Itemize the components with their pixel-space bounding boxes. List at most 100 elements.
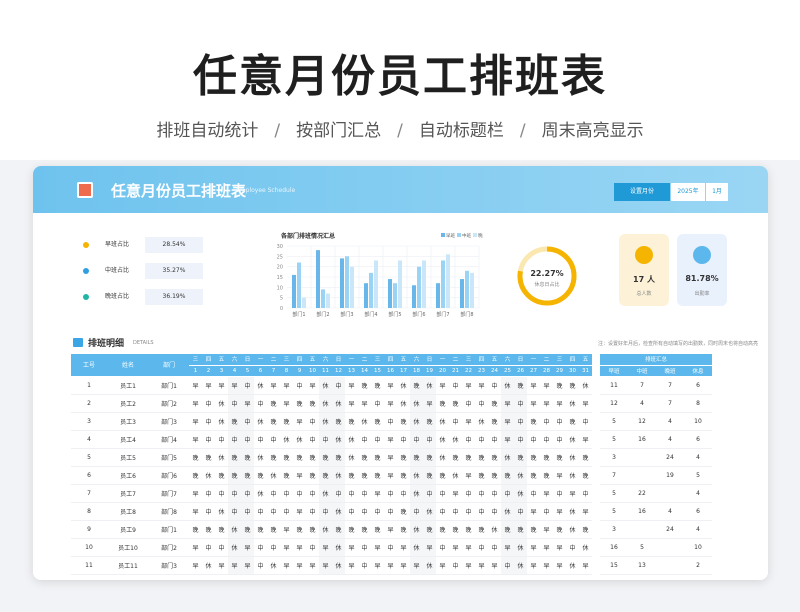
shift-cell[interactable]: 中	[514, 502, 527, 521]
shift-cell[interactable]: 早	[410, 556, 423, 575]
shift-cell[interactable]: 晚	[306, 394, 319, 413]
shift-cell[interactable]: 早	[215, 556, 228, 575]
shift-cell[interactable]: 晚	[514, 376, 527, 395]
shift-cell[interactable]: 中	[306, 430, 319, 449]
shift-cell[interactable]: 中	[254, 538, 267, 557]
shift-cell[interactable]: 中	[202, 430, 215, 449]
shift-cell[interactable]: 休	[228, 538, 241, 557]
shift-cell[interactable]: 晚	[280, 466, 293, 485]
shift-cell[interactable]: 晚	[553, 448, 566, 467]
shift-cell[interactable]: 早	[241, 556, 254, 575]
shift-cell[interactable]: 休	[501, 376, 514, 395]
shift-cell[interactable]: 晚	[241, 466, 254, 485]
shift-cell[interactable]: 中	[566, 538, 579, 557]
shift-cell[interactable]: 晚	[488, 466, 501, 485]
shift-cell[interactable]: 休	[254, 412, 267, 431]
shift-cell[interactable]: 晚	[488, 394, 501, 413]
shift-cell[interactable]: 早	[189, 538, 202, 557]
shift-cell[interactable]: 晚	[488, 448, 501, 467]
shift-cell[interactable]: 早	[540, 520, 553, 539]
shift-cell[interactable]: 休	[332, 556, 345, 575]
table-row[interactable]: 6 员工6 部门6 晚休晚晚晚晚休晚早晚晚休晚晚晚早晚休晚晚休早晚晚晚休晚晚早休晚 7 1…	[71, 466, 712, 485]
shift-cell[interactable]: 休	[332, 394, 345, 413]
shift-cell[interactable]: 中	[358, 502, 371, 521]
shift-cell[interactable]: 中	[345, 502, 358, 521]
shift-cell[interactable]: 休	[436, 430, 449, 449]
shift-cell[interactable]: 早	[215, 376, 228, 395]
shift-cell[interactable]: 晚	[553, 520, 566, 539]
shift-cell[interactable]: 休	[319, 394, 332, 413]
shift-cell[interactable]: 中	[215, 538, 228, 557]
shift-cell[interactable]: 晚	[514, 520, 527, 539]
shift-cell[interactable]: 中	[540, 430, 553, 449]
shift-cell[interactable]: 中	[488, 538, 501, 557]
shift-cell[interactable]: 中	[215, 484, 228, 503]
shift-cell[interactable]: 晚	[241, 520, 254, 539]
table-row[interactable]: 9 员工9 部门1 晚晚晚休晚晚晚早晚晚休晚晚晚晚早晚休晚晚晚晚晚休晚晚晚早晚休晚 3 2…	[71, 520, 712, 539]
shift-cell[interactable]: 早	[293, 556, 306, 575]
shift-cell[interactable]: 早	[189, 430, 202, 449]
shift-cell[interactable]: 休	[566, 430, 579, 449]
shift-cell[interactable]: 中	[488, 430, 501, 449]
shift-cell[interactable]: 晚	[254, 520, 267, 539]
shift-cell[interactable]: 休	[566, 520, 579, 539]
shift-cell[interactable]: 晚	[514, 448, 527, 467]
shift-cell[interactable]: 早	[189, 394, 202, 413]
shift-cell[interactable]: 早	[553, 466, 566, 485]
shift-cell[interactable]: 晚	[319, 448, 332, 467]
shift-cell[interactable]: 中	[514, 430, 527, 449]
shift-cell[interactable]: 晚	[228, 412, 241, 431]
shift-cell[interactable]: 中	[202, 502, 215, 521]
shift-cell[interactable]: 休	[215, 502, 228, 521]
shift-cell[interactable]: 休	[332, 466, 345, 485]
shift-cell[interactable]: 晚	[397, 466, 410, 485]
shift-cell[interactable]: 休	[566, 448, 579, 467]
shift-cell[interactable]: 中	[280, 502, 293, 521]
shift-cell[interactable]: 早	[540, 538, 553, 557]
shift-cell[interactable]: 晚	[371, 520, 384, 539]
shift-cell[interactable]: 中	[410, 430, 423, 449]
shift-cell[interactable]: 中	[475, 502, 488, 521]
shift-cell[interactable]: 休	[397, 376, 410, 395]
shift-cell[interactable]: 中	[423, 430, 436, 449]
shift-cell[interactable]: 休	[423, 376, 436, 395]
shift-cell[interactable]: 早	[462, 376, 475, 395]
shift-cell[interactable]: 休	[566, 466, 579, 485]
shift-cell[interactable]: 休	[410, 538, 423, 557]
shift-cell[interactable]: 晚	[397, 448, 410, 467]
shift-cell[interactable]: 早	[371, 556, 384, 575]
shift-cell[interactable]: 中	[241, 430, 254, 449]
shift-cell[interactable]: 早	[449, 538, 462, 557]
table-row[interactable]: 10 员工10 部门2 早中中休早中中早早中早休早中早中早休早中早早中中早休早早早中休…	[71, 538, 712, 557]
shift-cell[interactable]: 晚	[436, 466, 449, 485]
shift-cell[interactable]: 晚	[579, 448, 592, 467]
shift-cell[interactable]: 休	[215, 394, 228, 413]
shift-cell[interactable]: 早	[527, 556, 540, 575]
shift-cell[interactable]: 中	[514, 412, 527, 431]
shift-cell[interactable]: 晚	[345, 412, 358, 431]
shift-cell[interactable]: 中	[202, 394, 215, 413]
shift-cell[interactable]: 中	[228, 430, 241, 449]
shift-cell[interactable]: 早	[306, 556, 319, 575]
shift-cell[interactable]: 早	[501, 430, 514, 449]
shift-cell[interactable]: 休	[267, 466, 280, 485]
shift-cell[interactable]: 晚	[306, 448, 319, 467]
shift-cell[interactable]: 早	[384, 556, 397, 575]
shift-cell[interactable]: 晚	[254, 466, 267, 485]
shift-cell[interactable]: 早	[228, 376, 241, 395]
shift-cell[interactable]: 晚	[540, 448, 553, 467]
shift-cell[interactable]: 中	[254, 430, 267, 449]
shift-cell[interactable]: 休	[514, 466, 527, 485]
shift-cell[interactable]: 早	[475, 556, 488, 575]
shift-cell[interactable]: 早	[423, 394, 436, 413]
table-row[interactable]: 5 员工5 部门5 晚晚休晚晚休晚晚晚晚晚晚休晚晚早晚晚晚休晚晚晚晚休晚晚晚晚休晚 3 2…	[71, 448, 712, 467]
shift-cell[interactable]: 中	[306, 412, 319, 431]
shift-cell[interactable]: 早	[462, 556, 475, 575]
shift-cell[interactable]: 休	[319, 520, 332, 539]
shift-cell[interactable]: 中	[475, 430, 488, 449]
shift-cell[interactable]: 休	[566, 394, 579, 413]
shift-cell[interactable]: 晚	[228, 448, 241, 467]
shift-cell[interactable]: 休	[436, 412, 449, 431]
shift-cell[interactable]: 中	[553, 484, 566, 503]
shift-cell[interactable]: 休	[449, 430, 462, 449]
